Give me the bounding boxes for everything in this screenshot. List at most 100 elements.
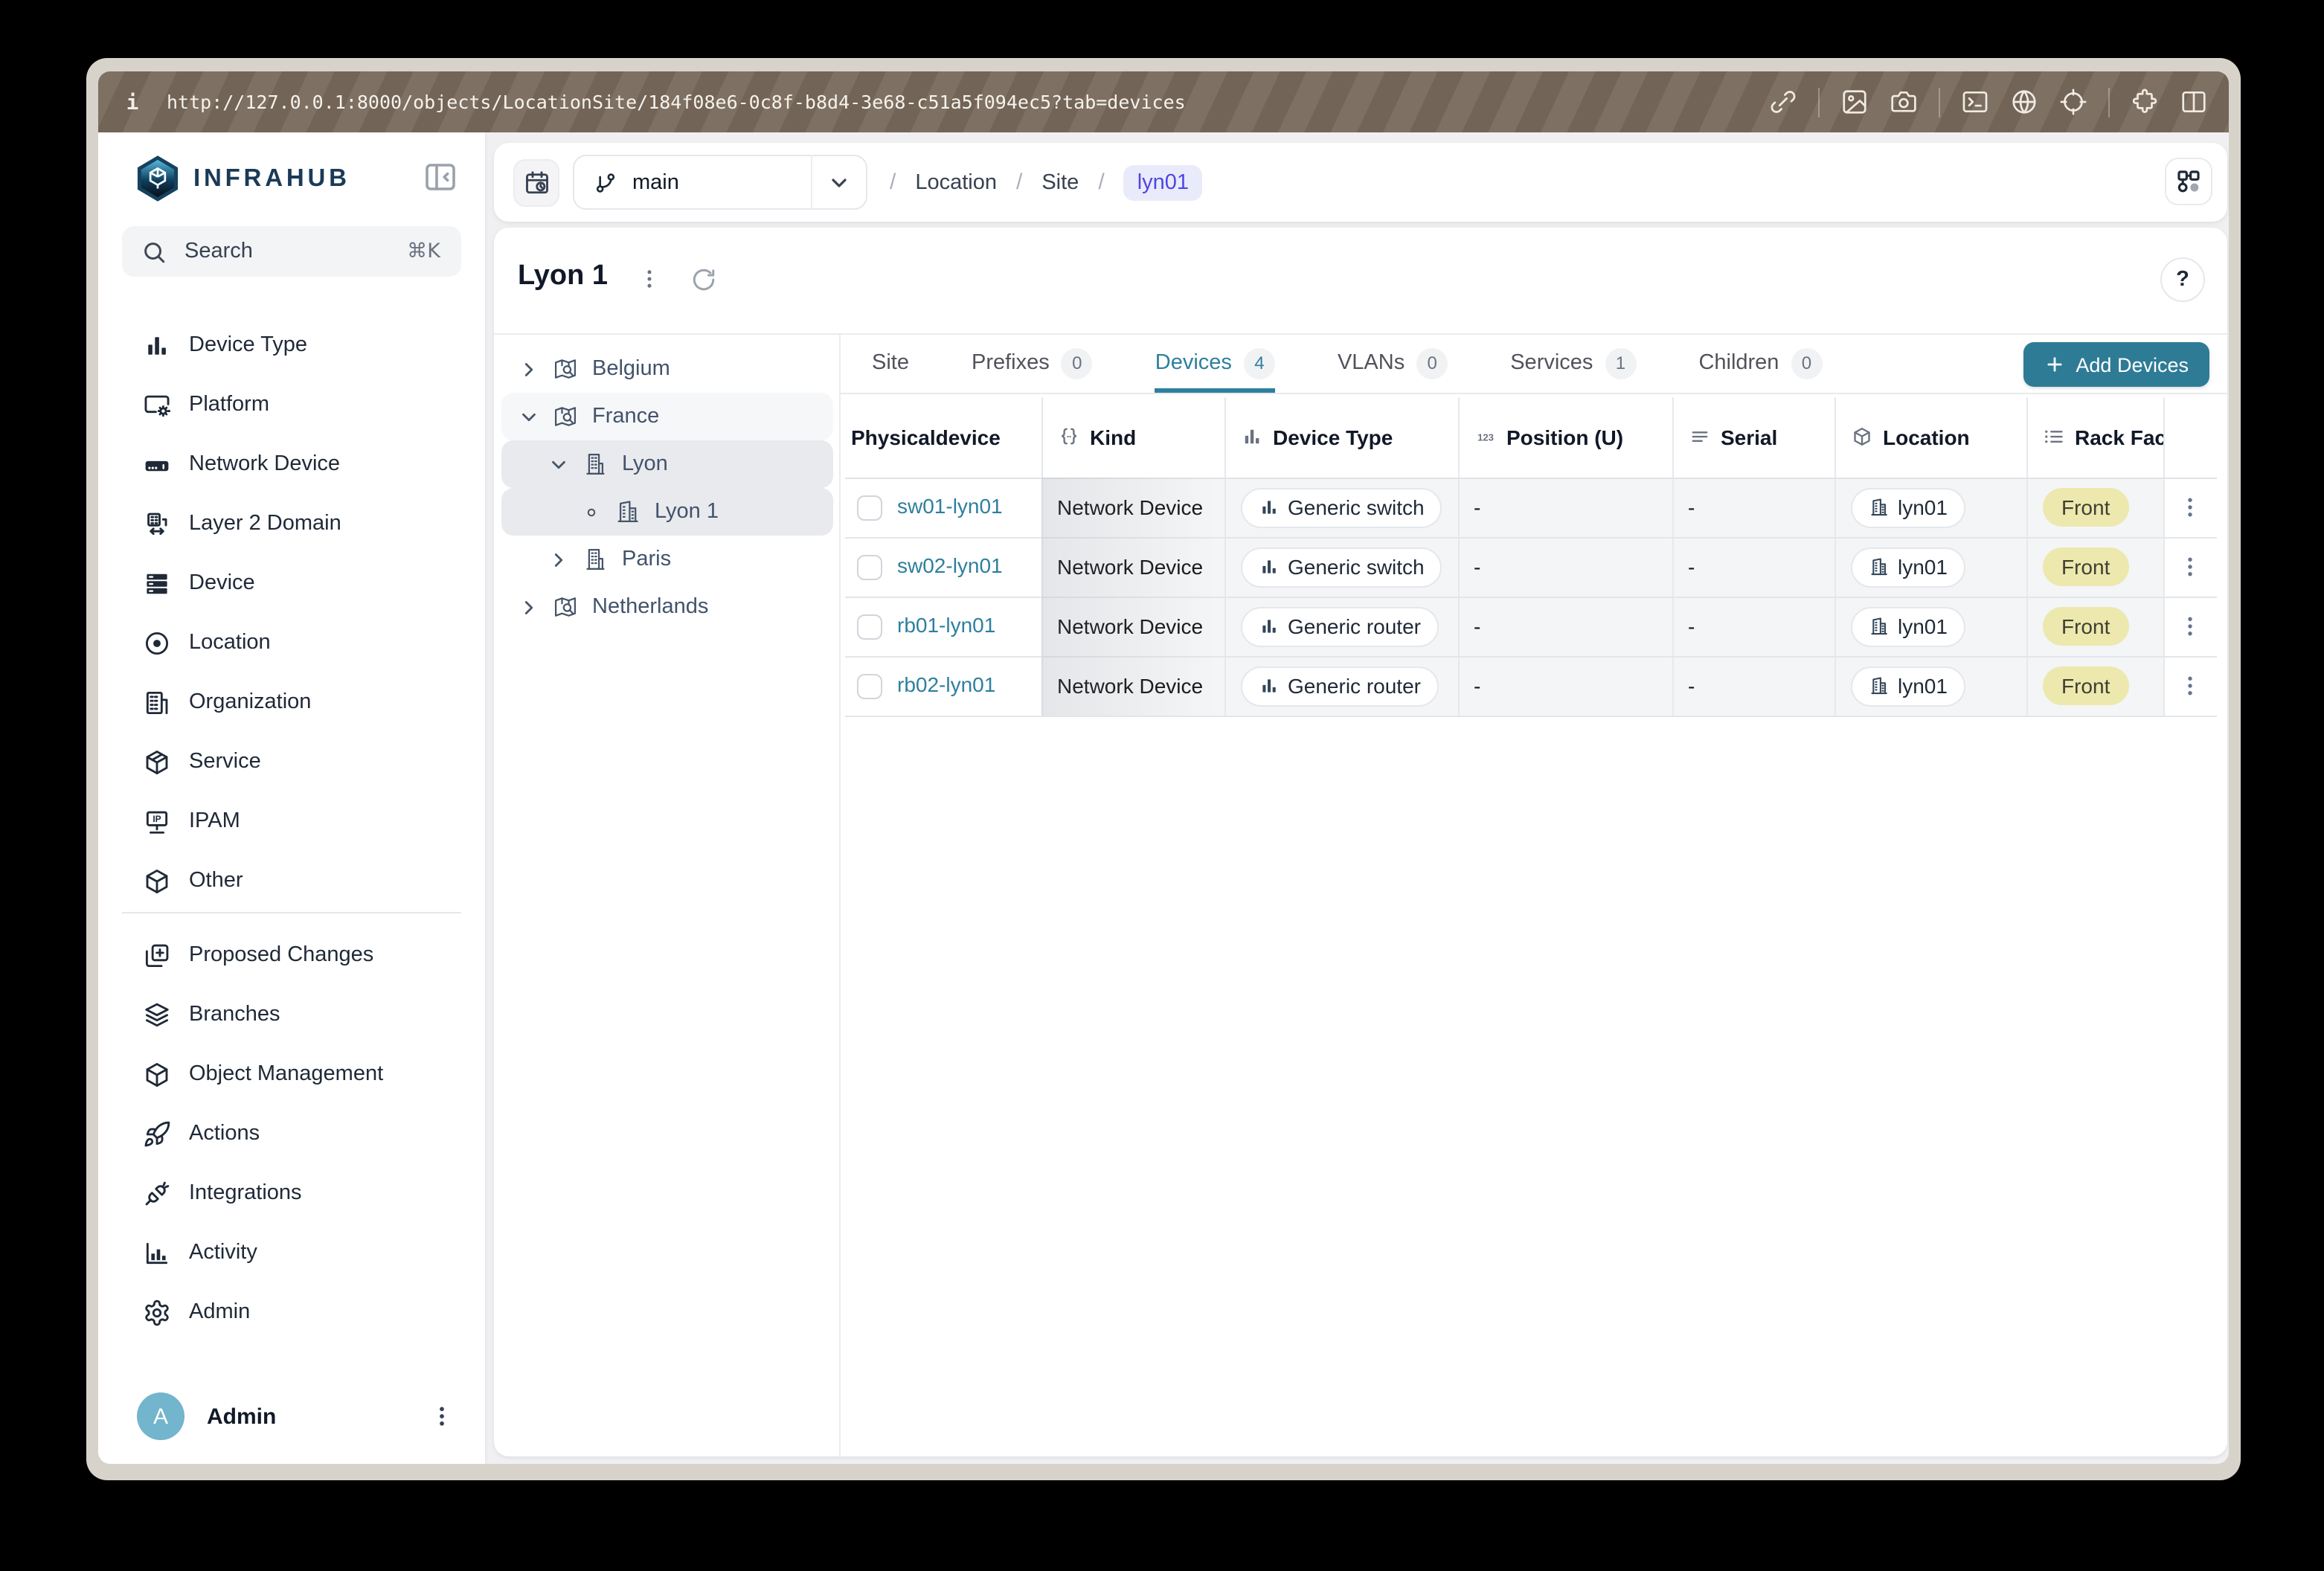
tree-item-belgium[interactable]: Belgium	[501, 345, 833, 393]
row-menu-kebab-icon[interactable]	[2177, 553, 2204, 580]
tab-label: Services	[1510, 351, 1593, 375]
tree-item-label: Lyon 1	[655, 500, 719, 524]
sidebar-item-actions[interactable]: Actions	[98, 1104, 485, 1163]
device-link[interactable]: rb01-lyn01	[897, 613, 995, 637]
chevron-right-icon[interactable]	[518, 358, 540, 380]
cube-svg	[143, 1060, 171, 1088]
office-icon	[614, 498, 641, 525]
tree-item-lyon[interactable]: Lyon	[501, 440, 833, 488]
puzzle-icon[interactable]	[2131, 88, 2159, 116]
device-link[interactable]: rb02-lyn01	[897, 672, 995, 696]
organization-icon	[143, 688, 171, 716]
device-link[interactable]: sw01-lyn01	[897, 494, 1003, 518]
sidebar-item-label: Activity	[189, 1241, 257, 1265]
row-checkbox[interactable]	[857, 674, 882, 699]
cell-rack-face: Front	[2026, 537, 2163, 597]
tab-site[interactable]: Site	[872, 335, 909, 393]
column-header-kind[interactable]: Kind	[1041, 397, 1224, 478]
row-menu-kebab-icon[interactable]	[2177, 672, 2204, 699]
row-menu-kebab-icon[interactable]	[2177, 613, 2204, 640]
braces-icon	[1057, 425, 1079, 448]
tab-label: Children	[1698, 351, 1779, 375]
column-header-rack-face[interactable]: Rack Face	[2026, 397, 2163, 478]
column-header-device-type[interactable]: Device Type	[1224, 397, 1458, 478]
tree-item-france[interactable]: France	[501, 393, 833, 440]
building-icon	[582, 451, 609, 478]
sidebar-item-other[interactable]: Other	[98, 851, 485, 910]
tab-prefixes[interactable]: Prefixes0	[972, 335, 1093, 393]
app-background: INFRAHUB Search ⌘K Device TypePlatformNe…	[98, 132, 2229, 1464]
link-icon[interactable]	[1769, 88, 1797, 116]
sidebar-item-network-device[interactable]: Network Device	[98, 434, 485, 494]
tree-item-netherlands[interactable]: Netherlands	[501, 583, 833, 631]
tab-children[interactable]: Children0	[1698, 335, 1822, 393]
globe-icon[interactable]	[2010, 88, 2038, 116]
sidebar-collapse-icon[interactable]	[423, 159, 458, 195]
tab-bar: Site Prefixes0 Devices4 VLANs0 Services1 Chil…	[841, 335, 2227, 394]
tree-item-lyon-1[interactable]: Lyon 1	[501, 488, 833, 536]
sidebar-item-device-type[interactable]: Device Type	[98, 315, 485, 375]
table-row-rb01-lyn01: rb01-lyn01Network DeviceGeneric router--…	[845, 597, 2217, 656]
device-link[interactable]: sw02-lyn01	[897, 553, 1003, 577]
columns-icon[interactable]	[2180, 88, 2208, 116]
cell-rack-face: Front	[2026, 656, 2163, 716]
breadcrumb-bar: main /Location/Site/lyn01	[494, 143, 2227, 222]
column-header-physicaldevice[interactable]: Physicaldevice	[845, 397, 1041, 478]
sidebar-item-label: Organization	[189, 690, 311, 714]
image-icon[interactable]	[1840, 88, 1869, 116]
row-checkbox[interactable]	[857, 614, 882, 640]
user-menu-kebab-icon[interactable]	[428, 1403, 455, 1430]
tab-services[interactable]: Services1	[1510, 335, 1636, 393]
add-devices-button[interactable]: Add Devices	[2023, 342, 2209, 387]
sidebar-item-organization[interactable]: Organization	[98, 672, 485, 732]
column-header-serial[interactable]: Serial	[1672, 397, 1835, 478]
sidebar-item-layer-2-domain[interactable]: Layer 2 Domain	[98, 494, 485, 553]
sidebar-item-admin[interactable]: Admin	[98, 1282, 485, 1342]
dot-icon[interactable]	[580, 501, 603, 523]
breadcrumb-segment-location[interactable]: Location	[915, 170, 997, 194]
sidebar-item-proposed-changes[interactable]: Proposed Changes	[98, 925, 485, 985]
chart-column-icon	[1258, 497, 1279, 518]
column-header-label: Location	[1883, 425, 1970, 449]
branch-selector[interactable]: main	[573, 155, 867, 210]
plug-icon	[143, 1179, 171, 1207]
row-checkbox[interactable]	[857, 555, 882, 580]
object-menu-kebab-icon[interactable]	[637, 266, 662, 292]
schema-visualizer-button[interactable]	[2165, 158, 2212, 205]
help-button[interactable]: ?	[2160, 257, 2205, 302]
sidebar-item-integrations[interactable]: Integrations	[98, 1163, 485, 1223]
sidebar-item-device[interactable]: Device	[98, 553, 485, 613]
sidebar-item-activity[interactable]: Activity	[98, 1223, 485, 1282]
sidebar-item-object-management[interactable]: Object Management	[98, 1044, 485, 1104]
chevron-right-icon[interactable]	[548, 548, 570, 571]
tab-devices[interactable]: Devices4	[1155, 335, 1275, 393]
breadcrumb-current-object[interactable]: lyn01	[1124, 164, 1202, 200]
sidebar-item-location[interactable]: Location	[98, 613, 485, 672]
sidebar-item-ipam[interactable]: IPIPAM	[98, 791, 485, 851]
breadcrumb-separator: /	[890, 170, 896, 195]
search-input[interactable]: Search ⌘K	[122, 226, 461, 277]
chevron-right-icon[interactable]	[518, 596, 540, 618]
terminal-icon[interactable]	[1961, 88, 1989, 116]
avatar[interactable]: A	[137, 1392, 184, 1440]
chevron-down-icon[interactable]	[548, 453, 570, 475]
chevron-down-icon[interactable]	[518, 405, 540, 428]
sidebar-item-platform[interactable]: Platform	[98, 375, 485, 434]
column-header-position-u-[interactable]: 123Position (U)	[1458, 397, 1672, 478]
refresh-icon[interactable]	[690, 266, 717, 293]
crosshair-icon[interactable]	[2059, 88, 2087, 116]
breadcrumb-segment-site[interactable]: Site	[1041, 170, 1079, 194]
tab-vlans[interactable]: VLANs0	[1338, 335, 1448, 393]
cell-actions	[2163, 478, 2217, 537]
cell-physicaldevice: rb01-lyn01	[845, 597, 1041, 656]
row-checkbox[interactable]	[857, 495, 882, 521]
row-menu-kebab-icon[interactable]	[2177, 494, 2204, 521]
titlebar-separator	[1818, 87, 1820, 117]
tab-label: Site	[872, 351, 909, 375]
time-travel-button[interactable]	[513, 158, 559, 206]
column-header-location[interactable]: Location	[1835, 397, 2026, 478]
sidebar-item-service[interactable]: Service	[98, 732, 485, 791]
camera-icon[interactable]	[1890, 88, 1918, 116]
tree-item-paris[interactable]: Paris	[501, 536, 833, 583]
sidebar-item-branches[interactable]: Branches	[98, 985, 485, 1044]
